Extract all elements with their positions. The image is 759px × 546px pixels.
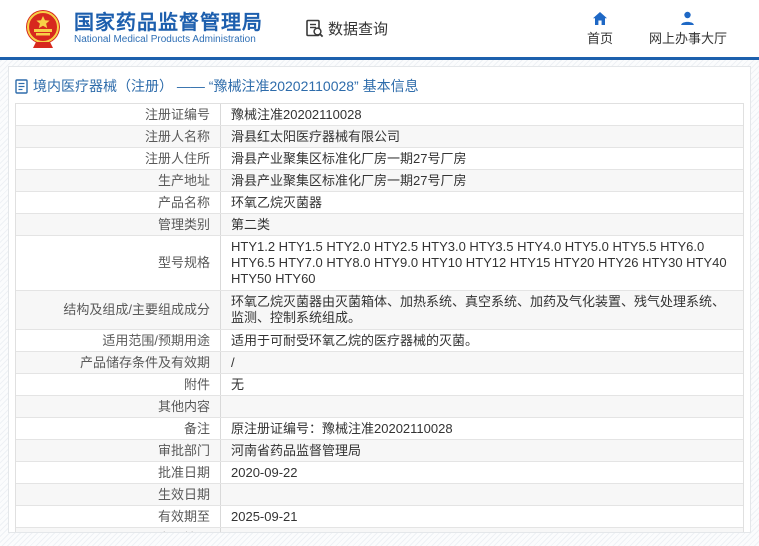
field-value: / (221, 528, 743, 533)
home-icon (592, 10, 608, 26)
field-row: 批准日期 2020-09-22 (16, 462, 743, 484)
breadcrumb-text: 境内医疗器械（注册） —— “豫械注准20202110028” 基本信息 (33, 78, 419, 94)
field-value: 适用于可耐受环氧乙烷的医疗器械的灭菌。 (231, 332, 479, 348)
page-header: 国家药品监督管理局 National Medical Products Admi… (0, 0, 759, 57)
field-row: 注册证编号 豫械注准20202110028 (16, 104, 743, 126)
field-label: 结构及组成/主要组成成分 (16, 291, 221, 329)
field-row: 变更情况/ (16, 528, 743, 533)
field-value: 滑县产业聚集区标准化厂房一期27号厂房 (231, 150, 467, 166)
field-row: 型号规格 HTY1.2 HTY1.5 HTY2.0 HTY2.5 HTY3.0 H… (16, 236, 743, 291)
field-row: 生效日期 (16, 484, 743, 506)
field-label: 有效期至 (16, 506, 221, 527)
field-value: HTY1.2 HTY1.5 HTY2.0 HTY2.5 HTY3.0 HTY3.… (231, 239, 727, 286)
field-label: 生产地址 (16, 170, 221, 191)
person-icon (680, 10, 695, 26)
field-row: 注册人名称 滑县红太阳医疗器械有限公司 (16, 126, 743, 148)
content-panel: 境内医疗器械（注册） —— “豫械注准20202110028” 基本信息 注册证… (8, 66, 751, 533)
field-row: 适用范围/预期用途 适用于可耐受环氧乙烷的医疗器械的灭菌。 (16, 330, 743, 352)
field-row: 注册人住所 滑县产业聚集区标准化厂房一期27号厂房 (16, 148, 743, 170)
nav-data-query[interactable]: 数据查询 (305, 18, 388, 39)
field-label: 附件 (16, 374, 221, 395)
header-divider (0, 57, 759, 60)
field-value: / (231, 354, 235, 370)
field-value: 豫械注准20202110028 (231, 106, 362, 122)
field-label: 变更情况 (16, 528, 221, 532)
document-magnifier-icon (306, 19, 324, 38)
brand-text: 国家药品监督管理局 National Medical Products Admi… (74, 12, 263, 46)
field-label: 生效日期 (16, 484, 221, 505)
field-label: 注册人名称 (16, 126, 221, 147)
field-row: 附件无 (16, 374, 743, 396)
field-label: 管理类别 (16, 214, 221, 235)
field-row: 管理类别 第二类 (16, 214, 743, 236)
field-value: 原注册证编号：豫械注准20202110028 (231, 420, 453, 436)
registration-table: 注册证编号 豫械注准20202110028 注册人名称 滑县红太阳医疗器械有限公司 注册… (15, 103, 744, 533)
field-value: 第二类 (231, 216, 271, 232)
field-row: 产品储存条件及有效期 / (16, 352, 743, 374)
field-label: 产品名称 (16, 192, 221, 213)
field-row: 生产地址 滑县产业聚集区标准化厂房一期27号厂房 (16, 170, 743, 192)
field-row: 审批部门 河南省药品监督管理局 (16, 440, 743, 462)
document-icon (15, 78, 28, 94)
field-value: 滑县红太阳医疗器械有限公司 (231, 128, 401, 144)
nav-home-label: 首页 (586, 31, 613, 46)
field-value (221, 396, 743, 417)
field-value: 河南省药品监督管理局 (231, 442, 362, 458)
nav-data-query-label: 数据查询 (328, 21, 389, 38)
field-row: 产品名称 环氧乙烷灭菌器 (16, 192, 743, 214)
field-label: 备注 (16, 418, 221, 439)
national-emblem-icon (26, 9, 60, 48)
field-label: 其他内容 (16, 396, 221, 417)
nav-online-hall-label: 网上办事大厅 (648, 31, 727, 46)
field-row: 有效期至 2025-09-21 (16, 506, 743, 528)
field-row: 其他内容 (16, 396, 743, 418)
brand-subtitle: National Medical Products Administration (74, 33, 256, 45)
breadcrumb: 境内医疗器械（注册） —— “豫械注准20202110028” 基本信息 (9, 67, 750, 103)
field-value (221, 484, 743, 505)
field-label: 型号规格 (16, 236, 221, 290)
field-label: 注册证编号 (16, 104, 221, 125)
nmpa-logo-link[interactable] (22, 8, 64, 50)
field-label: 审批部门 (16, 440, 221, 461)
nav-online-hall[interactable]: 网上办事大厅 (649, 10, 727, 47)
field-label: 批准日期 (16, 462, 221, 483)
field-label: 适用范围/预期用途 (16, 330, 221, 351)
field-row: 结构及组成/主要组成成分 环氧乙烷灭菌器由灭菌箱体、加热系统、真空系统、加药及气化… (16, 291, 743, 330)
nav-home[interactable]: 首页 (587, 10, 613, 47)
field-label: 产品储存条件及有效期 (16, 352, 221, 373)
field-value: 无 (231, 376, 245, 392)
field-value: 2020-09-22 (231, 464, 298, 480)
field-value: 环氧乙烷灭菌器 (231, 194, 323, 210)
field-row: 备注 原注册证编号：豫械注准20202110028 (16, 418, 743, 440)
field-label: 注册人住所 (16, 148, 221, 169)
field-value: 环氧乙烷灭菌器由灭菌箱体、加热系统、真空系统、加药及气化装置、残气处理系统、监测… (231, 294, 726, 325)
brand-title: 国家药品监督管理局 (74, 11, 263, 34)
field-value: 滑县产业聚集区标准化厂房一期27号厂房 (231, 172, 467, 188)
field-value: 2025-09-21 (231, 508, 298, 524)
